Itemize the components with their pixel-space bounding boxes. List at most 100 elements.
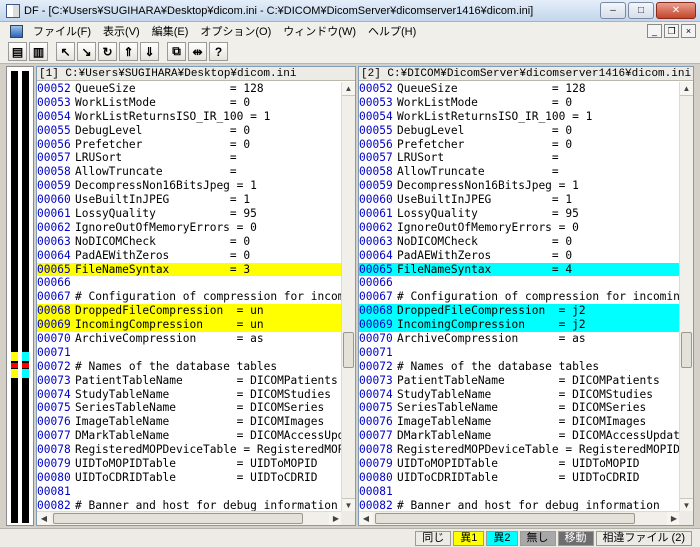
document-icon[interactable] (10, 24, 23, 38)
scroll-up-icon[interactable]: ▲ (680, 82, 693, 96)
text-line[interactable]: 00061 LossyQuality = 95 (359, 207, 681, 221)
text-line[interactable]: 00074 StudyTableName = DICOMStudies (359, 388, 681, 402)
text-line[interactable]: 00052 QueueSize = 128 (359, 82, 681, 96)
left-horizontal-scrollbar[interactable]: ◀ ▶ (37, 511, 343, 525)
right-horizontal-scrollbar[interactable]: ◀ ▶ (359, 511, 681, 525)
text-line[interactable]: 00063 NoDICOMCheck = 0 (37, 235, 343, 249)
text-line[interactable]: 00073 PatientTableName = DICOMPatients (37, 374, 343, 388)
maximize-button[interactable]: □ (628, 2, 654, 19)
diff-line[interactable]: 00069 IncomingCompression = un (37, 318, 343, 333)
text-line[interactable]: 00062 IgnoreOutOfMemoryErrors = 0 (359, 221, 681, 235)
text-line[interactable]: 00061 LossyQuality = 95 (37, 207, 343, 221)
text-line[interactable]: 00055 DebugLevel = 0 (359, 124, 681, 138)
text-line[interactable]: 00055 DebugLevel = 0 (37, 124, 343, 138)
text-line[interactable]: 00077 DMarkTableName = DICOMAccessUpdates (359, 429, 681, 443)
scroll-left-icon[interactable]: ◀ (359, 512, 373, 525)
diff-line[interactable]: 00065 FileNameSyntax = 3 (37, 262, 343, 277)
scroll-thumb[interactable] (343, 332, 354, 368)
next-diff-button[interactable]: ↘ (77, 42, 96, 61)
scroll-thumb[interactable] (53, 513, 303, 524)
text-line[interactable]: 00063 NoDICOMCheck = 0 (359, 235, 681, 249)
text-line[interactable]: 00054 WorkListReturnsISO_IR_100 = 1 (37, 110, 343, 124)
text-line[interactable]: 00072 # Names of the database tables (359, 360, 681, 374)
right-lines[interactable]: 00052 QueueSize = 128 00053 WorkListMode = … (359, 82, 681, 513)
text-line[interactable]: 00059 DecompressNon16BitsJpeg = 1 (359, 179, 681, 193)
text-line[interactable]: 00076 ImageTableName = DICOMImages (37, 415, 343, 429)
text-line[interactable]: 00067 # Configuration of compression for … (37, 290, 343, 304)
text-line[interactable]: 00072 # Names of the database tables (37, 360, 343, 374)
left-pane[interactable]: [1] C:¥Users¥SUGIHARA¥Desktop¥dicom.ini … (36, 66, 356, 526)
text-line[interactable]: 00081 (37, 485, 343, 499)
menu-file[interactable]: ファイル(F) (27, 23, 97, 39)
text-line[interactable]: 00071 (359, 346, 681, 360)
menu-window[interactable]: ウィンドウ(W) (277, 23, 362, 39)
text-line[interactable]: 00078 RegisteredMOPDeviceTable = Register… (359, 443, 681, 457)
text-line[interactable]: 00060 UseBuiltInJPEG = 1 (37, 193, 343, 207)
first-diff-button[interactable]: ⇑ (119, 42, 138, 61)
text-line[interactable]: 00064 PadAEWithZeros = 0 (37, 249, 343, 263)
text-line[interactable]: 00053 WorkListMode = 0 (37, 96, 343, 110)
scroll-thumb[interactable] (681, 332, 692, 368)
text-line[interactable]: 00081 (359, 485, 681, 499)
open-folder-button[interactable]: ▥ (29, 42, 48, 61)
menu-options[interactable]: オプション(O) (194, 23, 277, 39)
text-line[interactable]: 00073 PatientTableName = DICOMPatients (359, 374, 681, 388)
text-line[interactable]: 00056 Prefetcher = 0 (359, 138, 681, 152)
scroll-down-icon[interactable]: ▼ (342, 498, 355, 512)
menu-edit[interactable]: 編集(E) (146, 23, 195, 39)
text-line[interactable]: 00058 AllowTruncate = (359, 165, 681, 179)
mdi-minimize-button[interactable]: _ (647, 24, 662, 38)
text-line[interactable]: 00080 UIDToCDRIDTable = UIDToCDRID (37, 471, 343, 485)
text-line[interactable]: 00079 UIDToMOPIDTable = UIDToMOPID (359, 457, 681, 471)
text-line[interactable]: 00066 (359, 276, 681, 290)
scroll-left-icon[interactable]: ◀ (37, 512, 51, 525)
menu-help[interactable]: ヘルプ(H) (362, 23, 422, 39)
text-line[interactable]: 00053 WorkListMode = 0 (359, 96, 681, 110)
text-line[interactable]: 00076 ImageTableName = DICOMImages (359, 415, 681, 429)
diff-line[interactable]: 00068 DroppedFileCompression = un (37, 304, 343, 319)
text-line[interactable]: 00060 UseBuiltInJPEG = 1 (359, 193, 681, 207)
text-line[interactable]: 00057 LRUSort = (37, 151, 343, 165)
open-file-button[interactable]: ▤ (8, 42, 27, 61)
diff-overview[interactable] (6, 66, 34, 526)
diff-line[interactable]: 00069 IncomingCompression = j2 (359, 318, 681, 333)
right-pane[interactable]: [2] C:¥DICOM¥DicomServer¥dicomserver1416… (358, 66, 694, 526)
diff-line[interactable]: 00068 DroppedFileCompression = j2 (359, 304, 681, 319)
text-line[interactable]: 00080 UIDToCDRIDTable = UIDToCDRID (359, 471, 681, 485)
text-line[interactable]: 00070 ArchiveCompression = as (37, 332, 343, 346)
close-button[interactable]: ✕ (656, 2, 696, 19)
refresh-button[interactable]: ↻ (98, 42, 117, 61)
text-line[interactable]: 00056 Prefetcher = 0 (37, 138, 343, 152)
text-line[interactable]: 00054 WorkListReturnsISO_IR_100 = 1 (359, 110, 681, 124)
menu-view[interactable]: 表示(V) (97, 23, 146, 39)
minimize-button[interactable]: – (600, 2, 626, 19)
text-line[interactable]: 00078 RegisteredMOPDeviceTable = Register… (37, 443, 343, 457)
left-lines[interactable]: 00052 QueueSize = 128 00053 WorkListMode = … (37, 82, 343, 513)
left-vertical-scrollbar[interactable]: ▲ ▼ (341, 82, 355, 512)
diff-line[interactable]: 00065 FileNameSyntax = 4 (359, 262, 681, 277)
text-line[interactable]: 00071 (37, 346, 343, 360)
copy-button[interactable]: ⧉ (167, 42, 186, 61)
mdi-close-button[interactable]: × (681, 24, 696, 38)
split-button[interactable]: ⇹ (188, 42, 207, 61)
text-line[interactable]: 00062 IgnoreOutOfMemoryErrors = 0 (37, 221, 343, 235)
text-line[interactable]: 00077 DMarkTableName = DICOMAccessUpdat (37, 429, 343, 443)
text-line[interactable]: 00052 QueueSize = 128 (37, 82, 343, 96)
prev-diff-button[interactable]: ↖ (56, 42, 75, 61)
scroll-thumb[interactable] (375, 513, 635, 524)
help-button[interactable]: ? (209, 42, 228, 61)
text-line[interactable]: 00064 PadAEWithZeros = 0 (359, 249, 681, 263)
last-diff-button[interactable]: ⇓ (140, 42, 159, 61)
text-line[interactable]: 00059 DecompressNon16BitsJpeg = 1 (37, 179, 343, 193)
text-line[interactable]: 00066 (37, 276, 343, 290)
text-line[interactable]: 00074 StudyTableName = DICOMStudies (37, 388, 343, 402)
mdi-restore-button[interactable]: ❐ (664, 24, 679, 38)
text-line[interactable]: 00067 # Configuration of compression for … (359, 290, 681, 304)
right-vertical-scrollbar[interactable]: ▲ ▼ (679, 82, 693, 512)
text-line[interactable]: 00070 ArchiveCompression = as (359, 332, 681, 346)
text-line[interactable]: 00079 UIDToMOPIDTable = UIDToMOPID (37, 457, 343, 471)
text-line[interactable]: 00057 LRUSort = (359, 151, 681, 165)
text-line[interactable]: 00075 SeriesTableName = DICOMSeries (37, 401, 343, 415)
scroll-up-icon[interactable]: ▲ (342, 82, 355, 96)
scroll-down-icon[interactable]: ▼ (680, 498, 693, 512)
